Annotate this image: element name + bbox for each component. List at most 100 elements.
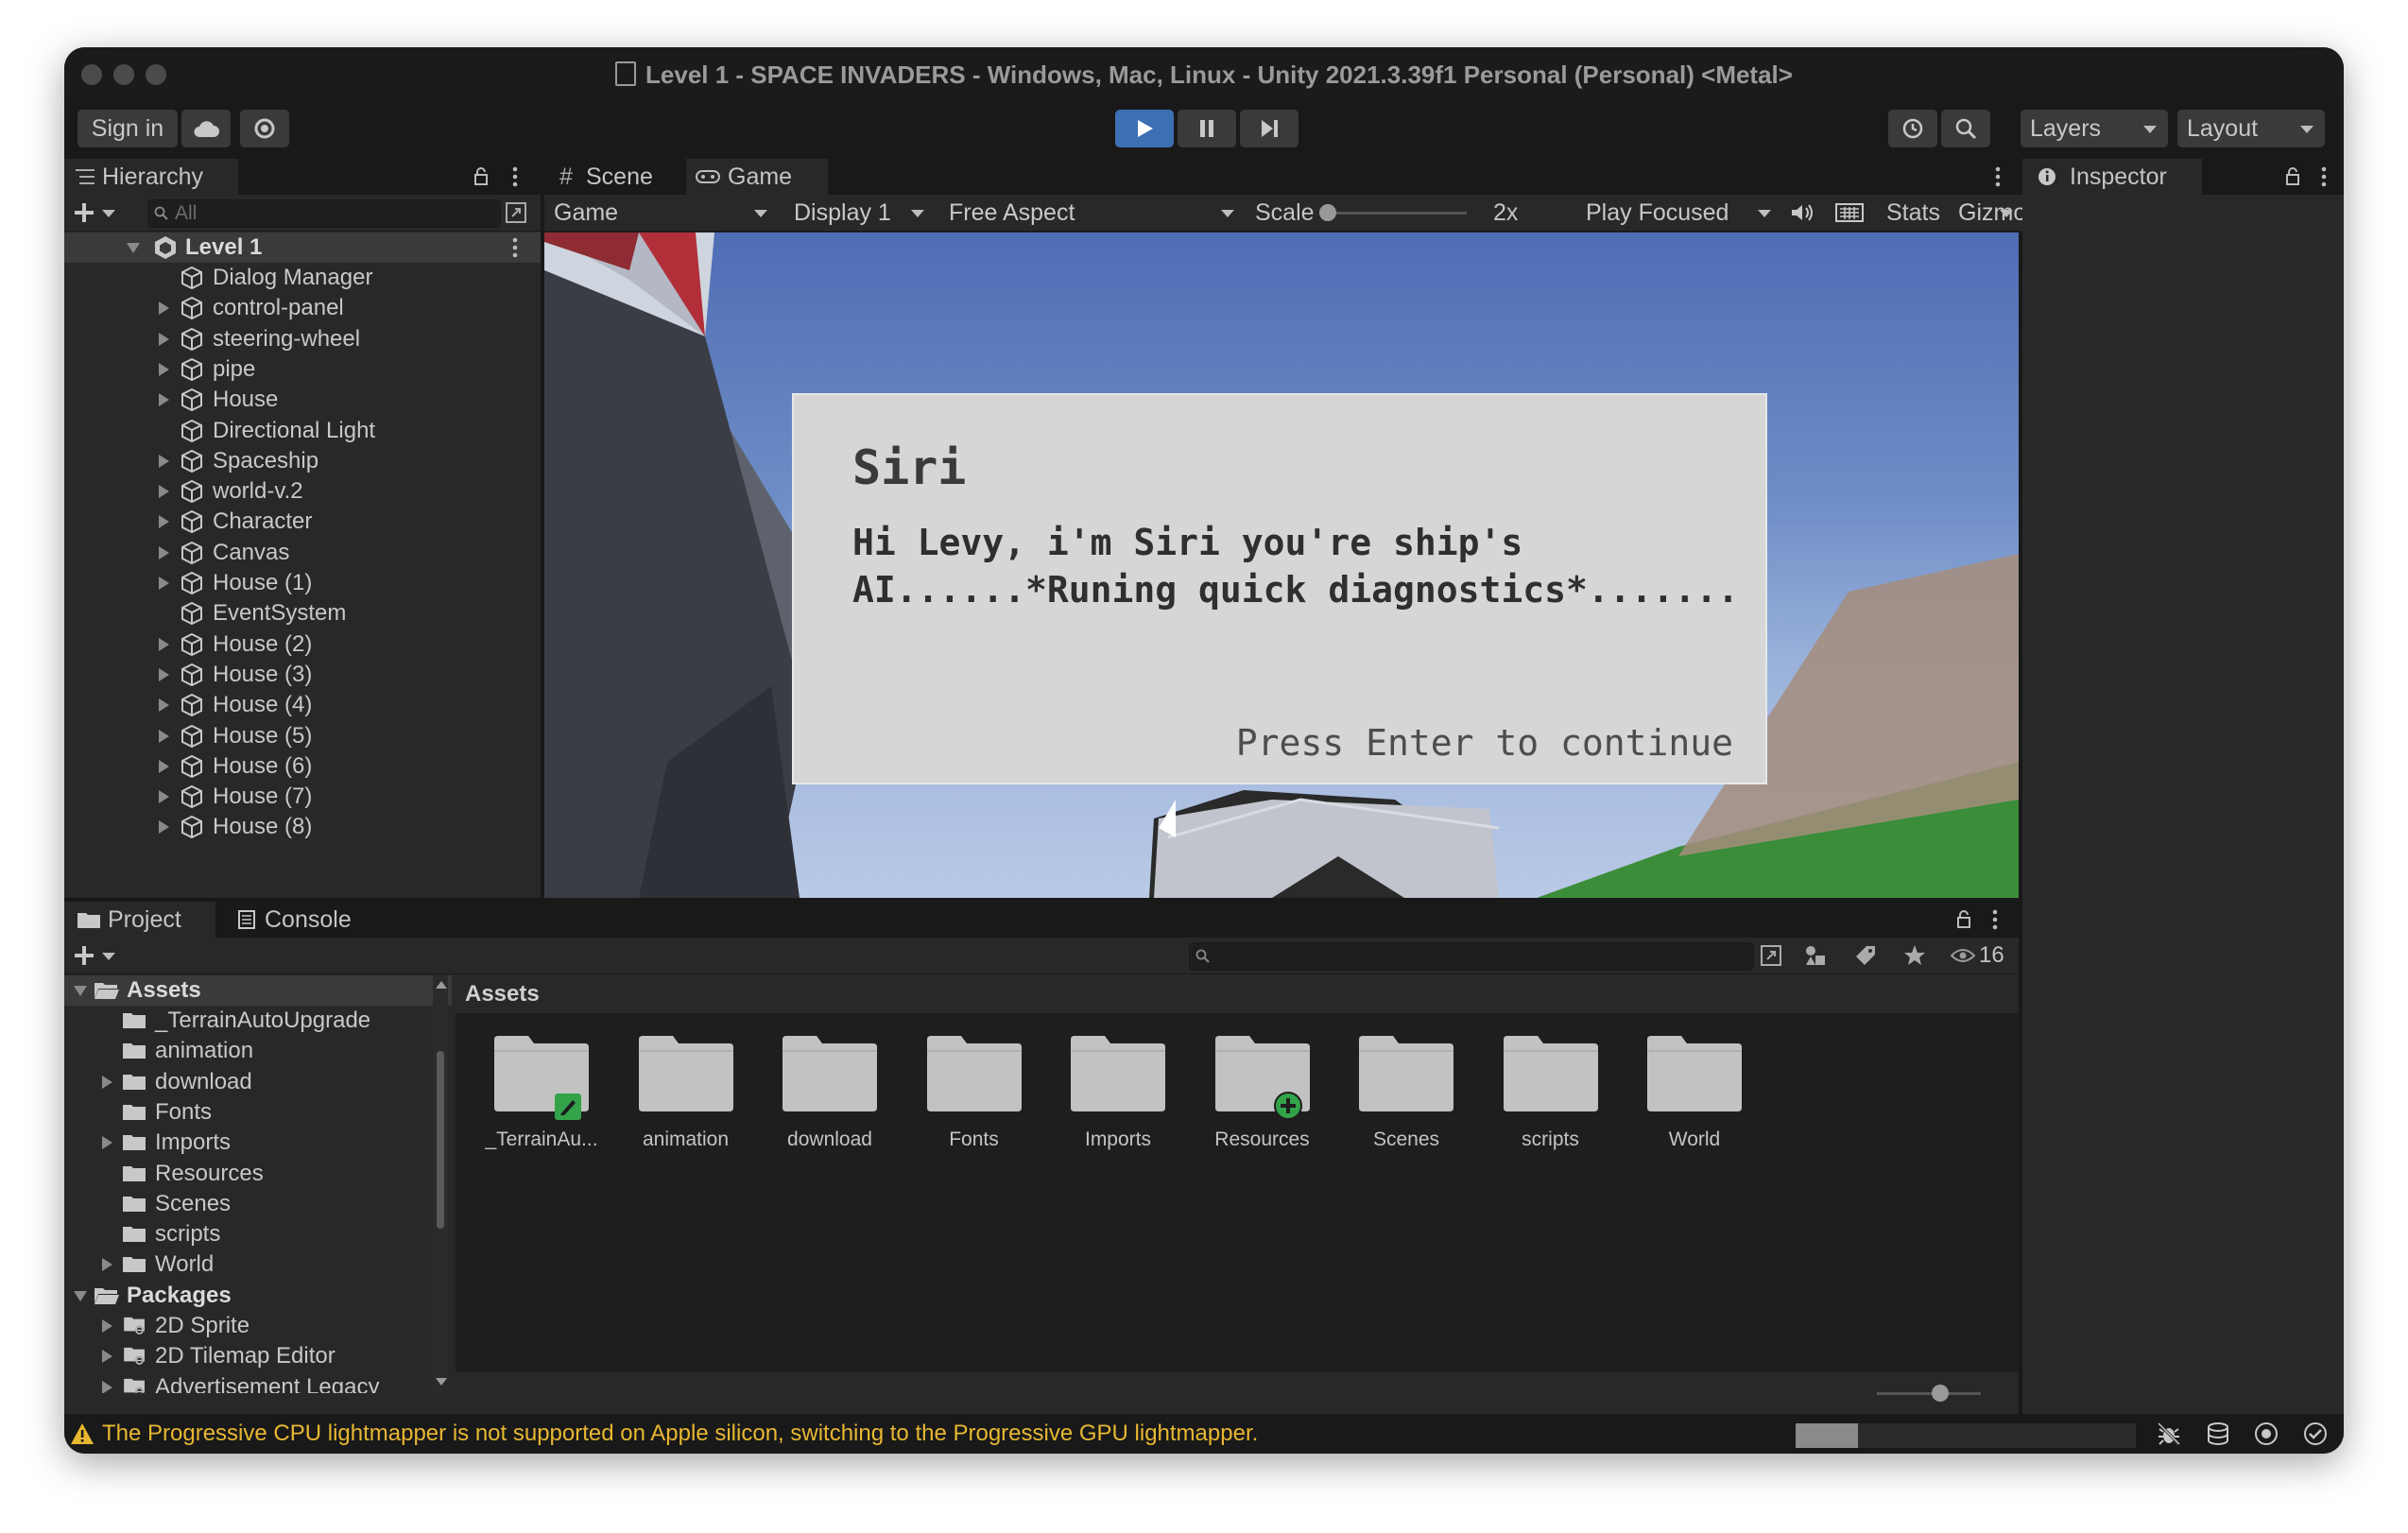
lock-icon[interactable] bbox=[473, 167, 489, 186]
gizmos-dropdown[interactable]: Gizmos bbox=[1952, 195, 2038, 231]
asset-folder-tile[interactable]: World bbox=[1624, 1032, 1765, 1174]
game-viewport[interactable]: Siri Hi Levy, i'm Siri you're ship's AI.… bbox=[544, 233, 2019, 898]
more-options-icon[interactable] bbox=[512, 166, 518, 187]
step-button[interactable] bbox=[1240, 110, 1299, 147]
scroll-up-icon[interactable] bbox=[436, 981, 447, 989]
hierarchy-item[interactable]: steering-wheel bbox=[64, 324, 541, 354]
project-search-field[interactable] bbox=[1189, 942, 1754, 971]
tab-scene[interactable]: # Scene bbox=[544, 159, 686, 195]
tab-hierarchy[interactable]: Hierarchy bbox=[64, 159, 238, 195]
hierarchy-item[interactable]: House bbox=[64, 385, 541, 415]
chevron-right-icon[interactable] bbox=[159, 362, 169, 376]
hierarchy-search-field[interactable]: All bbox=[147, 199, 501, 228]
status-message[interactable]: The Progressive CPU lightmapper is not s… bbox=[102, 1414, 1258, 1454]
tree-scrollbar-thumb[interactable] bbox=[437, 1051, 444, 1229]
play-button[interactable] bbox=[1115, 110, 1174, 147]
chevron-right-icon[interactable] bbox=[159, 729, 169, 743]
chevron-right-icon[interactable] bbox=[159, 698, 169, 713]
hierarchy-item[interactable]: EventSystem bbox=[64, 598, 541, 629]
tab-inspector[interactable]: Inspector bbox=[2022, 159, 2202, 195]
hierarchy-item[interactable]: House (3) bbox=[64, 660, 541, 690]
create-asset-button[interactable] bbox=[74, 941, 121, 970]
chevron-right-icon[interactable] bbox=[159, 759, 169, 773]
asset-folder-tile[interactable]: _TerrainAu... bbox=[471, 1032, 612, 1174]
tree-item-package[interactable]: Advertisement Legacy bbox=[64, 1372, 452, 1393]
undo-history-button[interactable] bbox=[1888, 110, 1937, 147]
tree-item-folder[interactable]: Scenes bbox=[64, 1189, 452, 1219]
star-icon[interactable] bbox=[1903, 944, 1926, 967]
tree-item-folder[interactable]: Fonts bbox=[64, 1097, 452, 1128]
more-options-icon[interactable] bbox=[1992, 909, 1998, 930]
chevron-right-icon[interactable] bbox=[102, 1136, 112, 1150]
check-circle-icon[interactable] bbox=[2302, 1421, 2329, 1447]
hierarchy-item[interactable]: Character bbox=[64, 507, 541, 537]
tree-item-assets[interactable]: Assets bbox=[64, 975, 452, 1006]
hierarchy-item[interactable]: world-v.2 bbox=[64, 476, 541, 507]
lock-icon[interactable] bbox=[2285, 167, 2300, 186]
chevron-right-icon[interactable] bbox=[159, 454, 169, 468]
chevron-right-icon[interactable] bbox=[159, 790, 169, 804]
more-options-icon[interactable] bbox=[1995, 166, 2001, 187]
keyboard-icon[interactable] bbox=[1835, 202, 1864, 223]
search-button[interactable] bbox=[1941, 110, 1990, 147]
scale-slider[interactable] bbox=[1319, 204, 1467, 221]
audio-mute-icon[interactable] bbox=[1790, 202, 1815, 223]
chevron-right-icon[interactable] bbox=[159, 667, 169, 681]
chevron-right-icon[interactable] bbox=[102, 1380, 112, 1393]
debug-mode-icon[interactable] bbox=[2157, 1421, 2181, 1446]
play-mode-dropdown[interactable]: Play Focused bbox=[1576, 195, 1780, 231]
chevron-right-icon[interactable] bbox=[159, 393, 169, 407]
asset-folder-tile[interactable]: download bbox=[759, 1032, 901, 1174]
sign-in-button[interactable]: Sign in bbox=[77, 110, 178, 147]
breadcrumb-assets[interactable]: Assets bbox=[465, 975, 540, 1013]
hierarchy-scene-row[interactable]: Level 1 bbox=[64, 233, 541, 263]
display-dropdown[interactable]: Display 1 bbox=[783, 195, 934, 231]
asset-folder-tile[interactable]: Imports bbox=[1047, 1032, 1189, 1174]
icon-size-slider[interactable] bbox=[1877, 1385, 1981, 1402]
hierarchy-item[interactable]: Dialog Manager bbox=[64, 263, 541, 293]
hierarchy-item[interactable]: House (8) bbox=[64, 812, 541, 842]
filter-by-type-icon[interactable] bbox=[1803, 943, 1828, 968]
lock-icon[interactable] bbox=[1956, 910, 1971, 929]
asset-folder-tile[interactable]: animation bbox=[615, 1032, 757, 1174]
cloud-button[interactable] bbox=[181, 110, 231, 147]
tree-item-folder[interactable]: Imports bbox=[64, 1128, 452, 1158]
tree-item-folder[interactable]: download bbox=[64, 1067, 452, 1097]
tree-item-folder[interactable]: animation bbox=[64, 1036, 452, 1066]
asset-folder-tile[interactable]: scripts bbox=[1480, 1032, 1622, 1174]
tree-item-packages[interactable]: Packages bbox=[64, 1281, 452, 1311]
chevron-right-icon[interactable] bbox=[159, 485, 169, 499]
chevron-right-icon[interactable] bbox=[159, 515, 169, 529]
tree-item-folder[interactable]: World bbox=[64, 1249, 452, 1280]
create-button[interactable] bbox=[74, 198, 121, 227]
auto-generate-lighting-icon[interactable] bbox=[2253, 1421, 2279, 1447]
tab-project[interactable]: Project bbox=[64, 902, 215, 938]
hierarchy-item[interactable]: House (5) bbox=[64, 721, 541, 751]
layout-dropdown[interactable]: Layout bbox=[2177, 110, 2325, 147]
hierarchy-item[interactable]: House (6) bbox=[64, 751, 541, 782]
hierarchy-item[interactable]: control-panel bbox=[64, 293, 541, 323]
tag-icon[interactable] bbox=[1854, 944, 1877, 967]
scroll-down-icon[interactable] bbox=[436, 1378, 447, 1386]
tab-console[interactable]: Console bbox=[227, 902, 378, 938]
hierarchy-item[interactable]: Spaceship bbox=[64, 446, 541, 476]
eye-icon[interactable] bbox=[1951, 947, 1975, 964]
collab-button[interactable] bbox=[240, 110, 289, 147]
chevron-right-icon[interactable] bbox=[102, 1350, 112, 1364]
asset-folder-tile[interactable]: Scenes bbox=[1335, 1032, 1477, 1174]
more-options-icon[interactable] bbox=[2321, 166, 2327, 187]
chevron-down-icon[interactable] bbox=[2000, 210, 2013, 217]
chevron-right-icon[interactable] bbox=[159, 545, 169, 560]
tree-scrollbar[interactable] bbox=[433, 975, 448, 1393]
search-by-type-icon[interactable] bbox=[1760, 944, 1782, 967]
game-mode-dropdown[interactable]: Game bbox=[544, 195, 779, 231]
hierarchy-item[interactable]: House (4) bbox=[64, 690, 541, 720]
tree-item-package[interactable]: 2D Sprite bbox=[64, 1311, 452, 1341]
tree-item-folder[interactable]: Resources bbox=[64, 1159, 452, 1189]
tree-item-folder[interactable]: scripts bbox=[64, 1219, 452, 1249]
icon-size-slider-handle[interactable] bbox=[1932, 1385, 1949, 1402]
chevron-right-icon[interactable] bbox=[102, 1075, 112, 1089]
chevron-right-icon[interactable] bbox=[159, 301, 169, 316]
hierarchy-item[interactable]: House (7) bbox=[64, 782, 541, 812]
hierarchy-item[interactable]: Canvas bbox=[64, 538, 541, 568]
